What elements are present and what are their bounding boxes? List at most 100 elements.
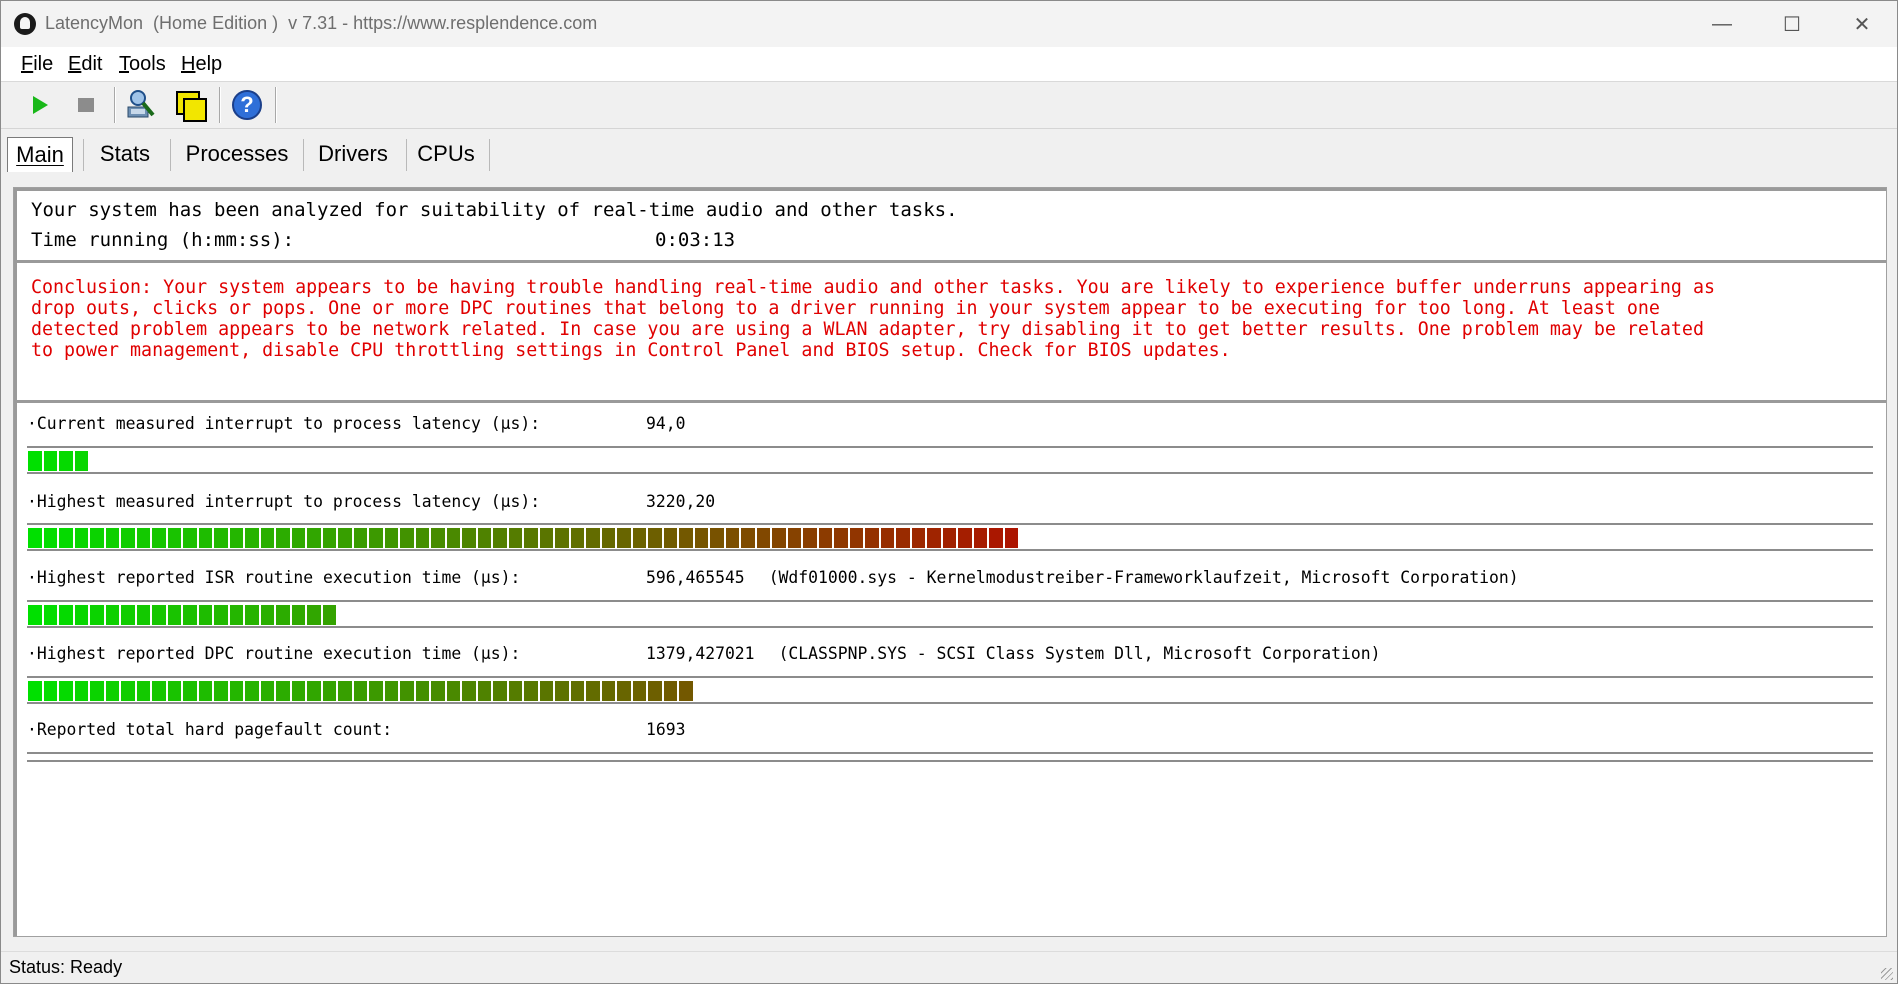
meter-segment	[431, 528, 445, 548]
meter-segment	[291, 681, 305, 701]
meter-segment	[632, 528, 646, 548]
maximize-button[interactable]: ☐	[1757, 1, 1827, 47]
metric-value-number: 1693	[646, 720, 686, 739]
window-button[interactable]	[171, 87, 209, 123]
help-button[interactable]: ?	[228, 87, 266, 123]
tab-stats-label: Stats	[99, 141, 151, 166]
meter-segment	[384, 528, 398, 548]
stop-monitor-button[interactable]	[67, 87, 105, 123]
meter-segment	[648, 681, 662, 701]
menu-file[interactable]: File	[21, 53, 53, 76]
tab-stats[interactable]: Stats	[91, 137, 159, 171]
meter-segment	[152, 605, 166, 625]
meter-segment	[803, 528, 817, 548]
meter-segment	[508, 681, 522, 701]
menu-tools-rest: ools	[129, 53, 166, 75]
meter-segment	[849, 528, 863, 548]
menu-bar: File Edit Tools Help	[1, 47, 1897, 82]
metric-value-number: 94,0	[646, 414, 686, 433]
meter-segment	[291, 605, 305, 625]
meter-segment	[865, 528, 879, 548]
meter-segment	[152, 681, 166, 701]
meter-segment	[183, 605, 197, 625]
meter-segment	[400, 528, 414, 548]
meter-segment	[880, 528, 894, 548]
meter-segment	[260, 528, 274, 548]
meter-segment	[74, 681, 88, 701]
tab-processes[interactable]: Processes	[177, 137, 297, 171]
meter-segment	[245, 681, 259, 701]
title-bar[interactable]: LatencyMon (Home Edition ) v 7.31 - http…	[1, 1, 1897, 47]
tab-separator	[406, 139, 407, 171]
tab-cpus[interactable]: CPUs	[411, 137, 481, 171]
meter-segment	[384, 681, 398, 701]
minimize-button[interactable]: —	[1687, 1, 1757, 47]
metric-label: ·Highest measured interrupt to process l…	[27, 492, 541, 511]
meter-segment	[586, 681, 600, 701]
meter-segment	[353, 528, 367, 548]
meter-segment	[167, 681, 181, 701]
meter-segment	[400, 681, 414, 701]
main-content: Your system has been analyzed for suitab…	[13, 187, 1887, 937]
driver-properties-button[interactable]	[122, 87, 160, 123]
menu-help[interactable]: Help	[181, 53, 222, 76]
menu-tools[interactable]: Tools	[119, 53, 166, 76]
meter-segment	[43, 681, 57, 701]
meter-segment	[989, 528, 1003, 548]
start-monitor-button[interactable]	[21, 87, 59, 123]
menu-help-accel: H	[181, 53, 196, 75]
meter-segment	[369, 528, 383, 548]
menu-file-accel: F	[21, 53, 34, 75]
meter-segment	[260, 681, 274, 701]
meter-segment	[105, 681, 119, 701]
meter-segment	[710, 528, 724, 548]
conclusion-panel: Conclusion: Your system appears to be ha…	[14, 260, 1886, 400]
meter-segment	[74, 528, 88, 548]
tab-separator	[83, 139, 84, 171]
meter-segment	[632, 681, 646, 701]
meter-segment	[43, 605, 57, 625]
meter-segment	[601, 681, 615, 701]
meter-segment	[28, 681, 42, 701]
menu-edit[interactable]: Edit	[68, 53, 102, 76]
tab-drivers[interactable]: Drivers	[309, 137, 397, 171]
toolbar-separator	[275, 87, 277, 123]
meter-segment	[307, 681, 321, 701]
meter-segment	[307, 528, 321, 548]
meter-segment	[59, 681, 73, 701]
meter-segment	[245, 528, 259, 548]
latency-meter	[27, 676, 1873, 704]
tab-drivers-label: Drivers	[318, 141, 388, 166]
meter-segment	[229, 681, 243, 701]
metrics-panel: ·Current measured interrupt to process l…	[14, 400, 1886, 936]
meter-segment	[338, 681, 352, 701]
toolbar-separator	[114, 87, 116, 123]
meter-segment	[214, 528, 228, 548]
metric-value-number: 3220,20	[646, 492, 716, 511]
meter-segment	[942, 528, 956, 548]
help-icon: ?	[232, 90, 262, 120]
tab-main[interactable]: Main	[7, 137, 73, 172]
meter-segment	[28, 605, 42, 625]
metric-value: 3220,20	[646, 492, 715, 511]
meter-segment	[198, 605, 212, 625]
meter-segment	[198, 528, 212, 548]
meter-segment	[229, 528, 243, 548]
meter-segment	[369, 681, 383, 701]
meter-segment	[570, 681, 584, 701]
resize-grip-icon[interactable]	[1881, 968, 1893, 980]
meter-segment	[167, 605, 181, 625]
time-running-label: Time running (h:mm:ss):	[31, 229, 295, 251]
meter-segment	[183, 528, 197, 548]
meter-segment	[539, 528, 553, 548]
meter-segment	[415, 681, 429, 701]
meter-segment	[260, 605, 274, 625]
meter-segment	[28, 528, 42, 548]
time-running-value: 0:03:13	[655, 229, 736, 251]
meter-segment	[524, 528, 538, 548]
tab-processes-label: Processes	[185, 141, 289, 166]
meter-segment	[725, 528, 739, 548]
meter-segment	[462, 681, 476, 701]
close-button[interactable]: ✕	[1827, 1, 1897, 47]
metric-value: 1379,427021 (CLASSPNP.SYS - SCSI Class Sy…	[646, 644, 1381, 663]
